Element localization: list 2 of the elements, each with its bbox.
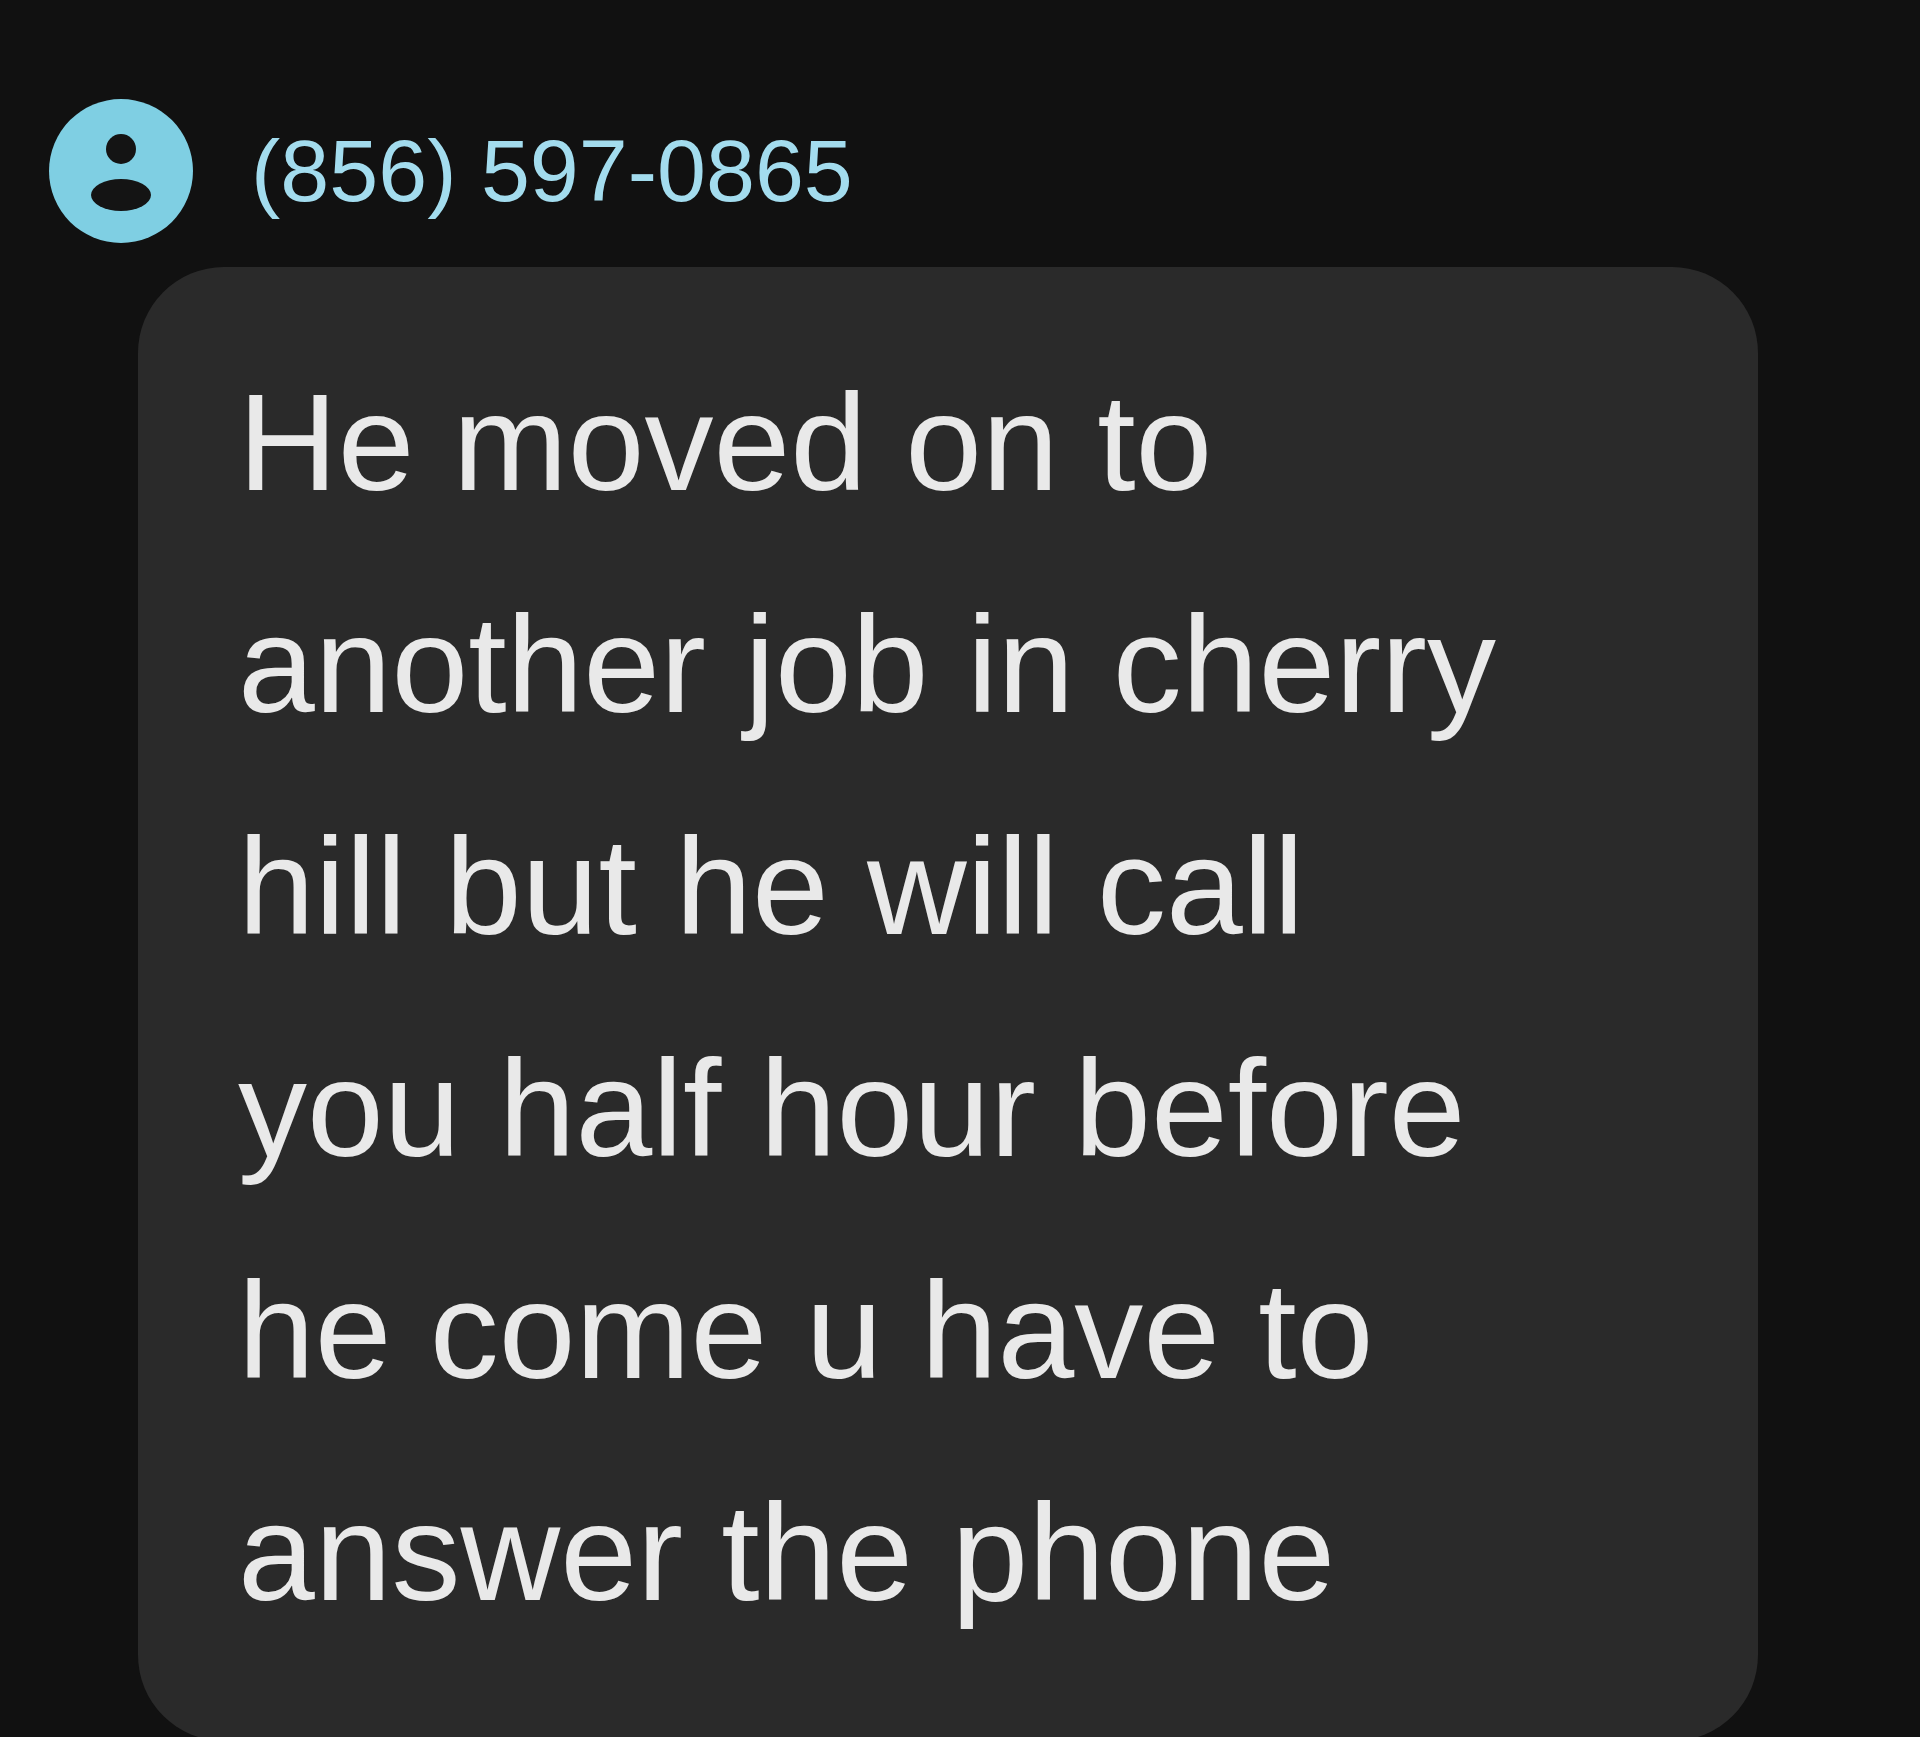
avatar-icon	[49, 99, 193, 243]
message-text: He moved on to another job in cherry hill but he will call you half hour before he come u have to answer the phone	[238, 364, 1498, 1631]
